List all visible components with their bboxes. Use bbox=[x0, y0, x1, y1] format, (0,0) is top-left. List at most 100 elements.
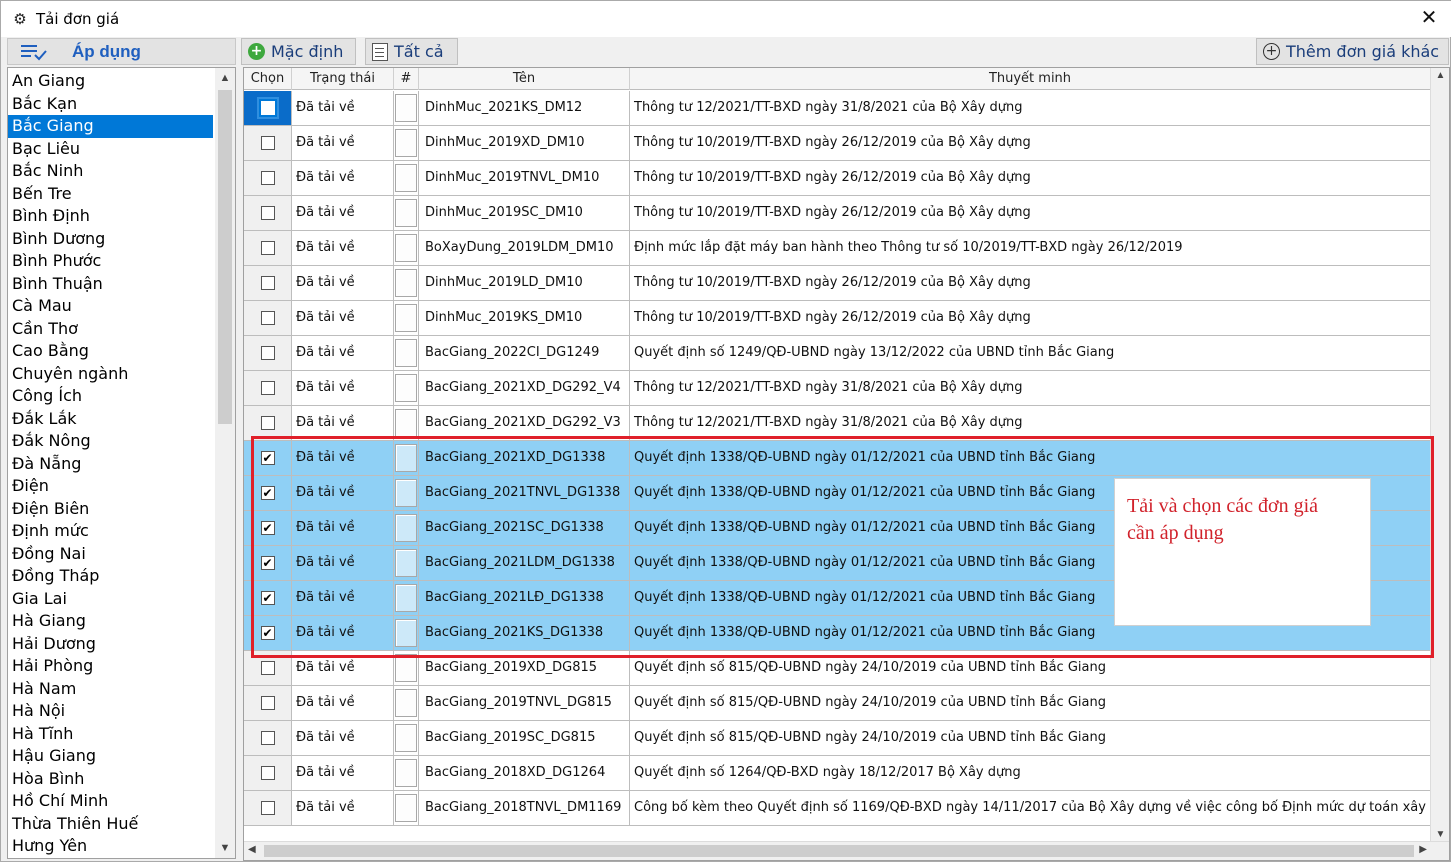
scroll-down-icon[interactable]: ▼ bbox=[1431, 829, 1449, 840]
scroll-left-icon[interactable]: ◀ bbox=[248, 844, 256, 855]
row-checkbox[interactable]: ✔ bbox=[260, 486, 275, 500]
row-checkbox[interactable] bbox=[260, 801, 275, 815]
province-item[interactable]: Bình Định bbox=[8, 205, 213, 228]
province-item[interactable]: Công Ích bbox=[8, 385, 213, 408]
row-checkbox[interactable] bbox=[260, 241, 275, 255]
row-header-button[interactable] bbox=[395, 479, 417, 507]
province-item[interactable]: Định mức bbox=[8, 520, 213, 543]
table-row[interactable]: Đã tải về BacGiang_2019XD_DG815 Quyết định… bbox=[244, 651, 1431, 686]
row-checkbox[interactable] bbox=[260, 346, 275, 360]
row-checkbox[interactable] bbox=[260, 416, 275, 430]
row-header-button[interactable] bbox=[395, 724, 417, 752]
table-row[interactable]: Đã tải về BacGiang_2019SC_DG815 Quyết định… bbox=[244, 721, 1431, 756]
row-checkbox[interactable] bbox=[258, 99, 277, 117]
column-header-chon[interactable]: Chọn bbox=[244, 68, 292, 90]
column-header-description[interactable]: Thuyết minh bbox=[630, 68, 1431, 90]
row-header-button[interactable] bbox=[395, 269, 417, 297]
grid-vertical-scrollbar[interactable]: ▲ ▼ bbox=[1430, 68, 1449, 842]
province-item[interactable]: Hà Nội bbox=[8, 700, 213, 723]
grid-horizontal-scrollbar[interactable]: ◀ ▶ bbox=[244, 841, 1449, 860]
row-checkbox[interactable]: ✔ bbox=[260, 626, 275, 640]
province-item[interactable]: Đắk Nông bbox=[8, 430, 213, 453]
row-header-button[interactable] bbox=[395, 689, 417, 717]
province-item[interactable]: Điện bbox=[8, 475, 213, 498]
table-row[interactable]: Đã tải về DinhMuc_2021KS_DM12 Thông tư 12/… bbox=[244, 91, 1431, 126]
row-header-button[interactable] bbox=[395, 199, 417, 227]
table-row[interactable]: Đã tải về DinhMuc_2019XD_DM10 Thông tư 10/… bbox=[244, 126, 1431, 161]
province-item[interactable]: Hậu Giang bbox=[8, 745, 213, 768]
row-header-button[interactable] bbox=[395, 444, 417, 472]
row-header-button[interactable] bbox=[395, 654, 417, 682]
province-item[interactable]: Thừa Thiên Huế bbox=[8, 813, 213, 836]
row-checkbox[interactable]: ✔ bbox=[260, 556, 275, 570]
province-item[interactable]: Hải Phòng bbox=[8, 655, 213, 678]
row-checkbox[interactable]: ✔ bbox=[260, 451, 275, 465]
scroll-thumb[interactable] bbox=[218, 90, 232, 424]
table-row[interactable]: Đã tải về BacGiang_2018TNVL_DM1169 Công bố… bbox=[244, 791, 1431, 826]
row-header-button[interactable] bbox=[395, 514, 417, 542]
row-checkbox[interactable]: ✔ bbox=[260, 591, 275, 605]
province-item[interactable]: Đắk Lắk bbox=[8, 408, 213, 431]
province-list[interactable]: An Giang Bắc Kạn Bắc Giang Bạc Liêu Bắc Ninh… bbox=[7, 67, 236, 859]
column-header-name[interactable]: Tên bbox=[419, 68, 630, 90]
table-row[interactable]: Đã tải về DinhMuc_2019TNVL_DM10 Thông tư 1… bbox=[244, 161, 1431, 196]
row-header-button[interactable] bbox=[395, 584, 417, 612]
table-row[interactable]: Đã tải về BacGiang_2021XD_DG292_V3 Thông t… bbox=[244, 406, 1431, 441]
province-item[interactable]: Bến Tre bbox=[8, 183, 213, 206]
province-item[interactable]: Cà Mau bbox=[8, 295, 213, 318]
table-row[interactable]: Đã tải về BacGiang_2019TNVL_DG815 Quyết đị… bbox=[244, 686, 1431, 721]
row-header-button[interactable] bbox=[395, 234, 417, 262]
province-scrollbar[interactable]: ▲ ▼ bbox=[215, 68, 235, 858]
row-checkbox[interactable] bbox=[260, 661, 275, 675]
province-item[interactable]: Hồ Chí Minh bbox=[8, 790, 213, 813]
province-item[interactable]: Chuyên ngành bbox=[8, 363, 213, 386]
province-item[interactable]: Bắc Giang bbox=[8, 115, 213, 138]
row-checkbox[interactable] bbox=[260, 311, 275, 325]
row-checkbox[interactable] bbox=[260, 276, 275, 290]
row-header-button[interactable] bbox=[395, 164, 417, 192]
province-item[interactable]: Hà Tĩnh bbox=[8, 723, 213, 746]
row-header-button[interactable] bbox=[395, 339, 417, 367]
row-header-button[interactable] bbox=[395, 794, 417, 822]
row-checkbox[interactable] bbox=[260, 206, 275, 220]
table-row[interactable]: Đã tải về BoXayDung_2019LDM_DM10 Định mức … bbox=[244, 231, 1431, 266]
row-header-button[interactable] bbox=[395, 549, 417, 577]
province-item[interactable]: Bạc Liêu bbox=[8, 138, 213, 161]
default-button[interactable]: + Mặc định bbox=[241, 38, 356, 65]
row-checkbox[interactable] bbox=[260, 171, 275, 185]
province-item[interactable]: Bắc Ninh bbox=[8, 160, 213, 183]
scroll-down-icon[interactable]: ▼ bbox=[215, 838, 235, 858]
row-checkbox[interactable] bbox=[260, 136, 275, 150]
row-checkbox[interactable] bbox=[260, 731, 275, 745]
scroll-up-icon[interactable]: ▲ bbox=[215, 68, 235, 88]
table-row[interactable]: Đã tải về DinhMuc_2019KS_DM10 Thông tư 10/… bbox=[244, 301, 1431, 336]
province-item[interactable]: Bắc Kạn bbox=[8, 93, 213, 116]
table-row[interactable]: Đã tải về BacGiang_2018XD_DG1264 Quyết địn… bbox=[244, 756, 1431, 791]
scroll-up-icon[interactable]: ▲ bbox=[1431, 70, 1449, 81]
row-header-button[interactable] bbox=[395, 304, 417, 332]
row-header-button[interactable] bbox=[395, 759, 417, 787]
province-item[interactable]: Hà Nam bbox=[8, 678, 213, 701]
province-item[interactable]: Đà Nẵng bbox=[8, 453, 213, 476]
table-row[interactable]: Đã tải về BacGiang_2022CI_DG1249 Quyết địn… bbox=[244, 336, 1431, 371]
row-header-button[interactable] bbox=[395, 409, 417, 437]
row-checkbox[interactable]: ✔ bbox=[260, 521, 275, 535]
province-item[interactable]: Đồng Tháp bbox=[8, 565, 213, 588]
scroll-right-icon[interactable]: ▶ bbox=[1419, 844, 1427, 855]
table-row[interactable]: Đã tải về DinhMuc_2019SC_DM10 Thông tư 10/… bbox=[244, 196, 1431, 231]
province-item[interactable]: Cao Bằng bbox=[8, 340, 213, 363]
province-item[interactable]: Bình Phước bbox=[8, 250, 213, 273]
column-header-status[interactable]: Trạng thái bbox=[292, 68, 394, 90]
row-checkbox[interactable] bbox=[260, 766, 275, 780]
province-item[interactable]: An Giang bbox=[8, 70, 213, 93]
all-button[interactable]: Tất cả bbox=[365, 38, 458, 65]
province-item[interactable]: Bình Thuận bbox=[8, 273, 213, 296]
row-header-button[interactable] bbox=[395, 619, 417, 647]
row-checkbox[interactable] bbox=[260, 381, 275, 395]
row-header-button[interactable] bbox=[395, 374, 417, 402]
province-item[interactable]: Cần Thơ bbox=[8, 318, 213, 341]
province-item[interactable]: Hà Giang bbox=[8, 610, 213, 633]
row-checkbox[interactable] bbox=[260, 696, 275, 710]
row-header-button[interactable] bbox=[395, 129, 417, 157]
province-item[interactable]: Điện Biên bbox=[8, 498, 213, 521]
